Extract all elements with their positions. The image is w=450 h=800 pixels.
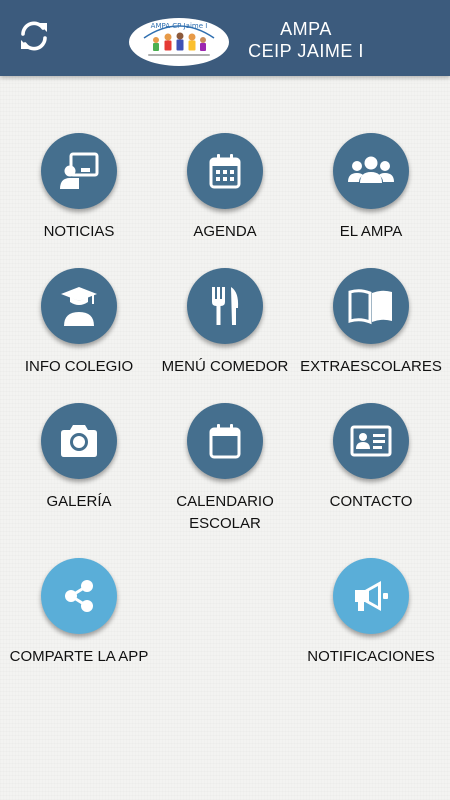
menu-item-comparte-la-app[interactable]: COMPARTE LA APP xyxy=(4,558,154,668)
menu-item-galeria[interactable]: GALERÍA xyxy=(4,403,154,513)
ampa-logo: AMPA CP Jaime I xyxy=(126,10,232,66)
menu-item-notificaciones[interactable]: NOTIFICACIONES xyxy=(296,558,446,668)
menu-label: CALENDARIO ESCOLAR xyxy=(176,493,274,532)
menu-label: NOTIFICACIONES xyxy=(307,648,435,665)
id-card-icon xyxy=(350,425,392,457)
menu-item-el-ampa[interactable]: EL AMPA xyxy=(296,133,446,243)
menu-label: CONTACTO xyxy=(329,493,413,510)
menu-label: EL AMPA xyxy=(339,223,403,240)
galeria-circle xyxy=(41,403,117,479)
fork-knife-icon xyxy=(212,287,239,325)
menu-label: MENÚ COMEDOR xyxy=(161,358,289,375)
menu-item-contacto[interactable]: CONTACTO xyxy=(296,403,446,513)
menu-item-extraescolares[interactable]: EXTRAESCOLARES xyxy=(296,268,446,378)
el-ampa-circle xyxy=(333,133,409,209)
menu-label: GALERÍA xyxy=(46,493,112,510)
menu-item-calendario-escolar[interactable]: CALENDARIO ESCOLAR xyxy=(150,403,300,535)
graduate-icon xyxy=(61,287,97,326)
camera-icon xyxy=(61,425,97,457)
agenda-circle xyxy=(187,133,263,209)
calendar-blank-icon xyxy=(209,424,241,459)
menu-comedor-circle xyxy=(187,268,263,344)
menu-label: NOTICIAS xyxy=(43,223,115,240)
megaphone-icon xyxy=(355,581,388,611)
presentation-board-icon xyxy=(60,152,99,189)
app-header: AMPA CP Jaime I AMPA CEIP JAIME I xyxy=(0,0,450,76)
refresh-icon xyxy=(21,21,47,51)
info-colegio-circle xyxy=(41,268,117,344)
comparte-circle xyxy=(41,558,117,634)
calendar-grid-icon xyxy=(209,154,241,189)
share-icon xyxy=(65,580,93,612)
group-users-icon xyxy=(348,156,394,183)
menu-label: COMPARTE LA APP xyxy=(9,648,149,665)
noticias-circle xyxy=(41,133,117,209)
open-book-icon xyxy=(348,289,392,325)
menu-label: AGENDA xyxy=(193,223,257,240)
menu-label: INFO COLEGIO xyxy=(24,358,134,375)
app-title: AMPA CEIP JAIME I xyxy=(236,18,376,62)
notificaciones-circle xyxy=(333,558,409,634)
menu-item-info-colegio[interactable]: INFO COLEGIO xyxy=(4,268,154,378)
extraescolares-circle xyxy=(333,268,409,344)
refresh-button[interactable] xyxy=(14,16,54,56)
title-line-1: AMPA xyxy=(280,19,332,39)
menu-item-menu-comedor[interactable]: MENÚ COMEDOR xyxy=(150,268,300,378)
svg-text:AMPA CP Jaime I: AMPA CP Jaime I xyxy=(151,22,208,30)
menu-item-agenda[interactable]: AGENDA xyxy=(150,133,300,243)
contacto-circle xyxy=(333,403,409,479)
calendario-escolar-circle xyxy=(187,403,263,479)
menu-label: EXTRAESCOLARES xyxy=(300,358,442,375)
title-line-2: CEIP JAIME I xyxy=(248,41,364,61)
menu-item-noticias[interactable]: NOTICIAS xyxy=(4,133,154,243)
